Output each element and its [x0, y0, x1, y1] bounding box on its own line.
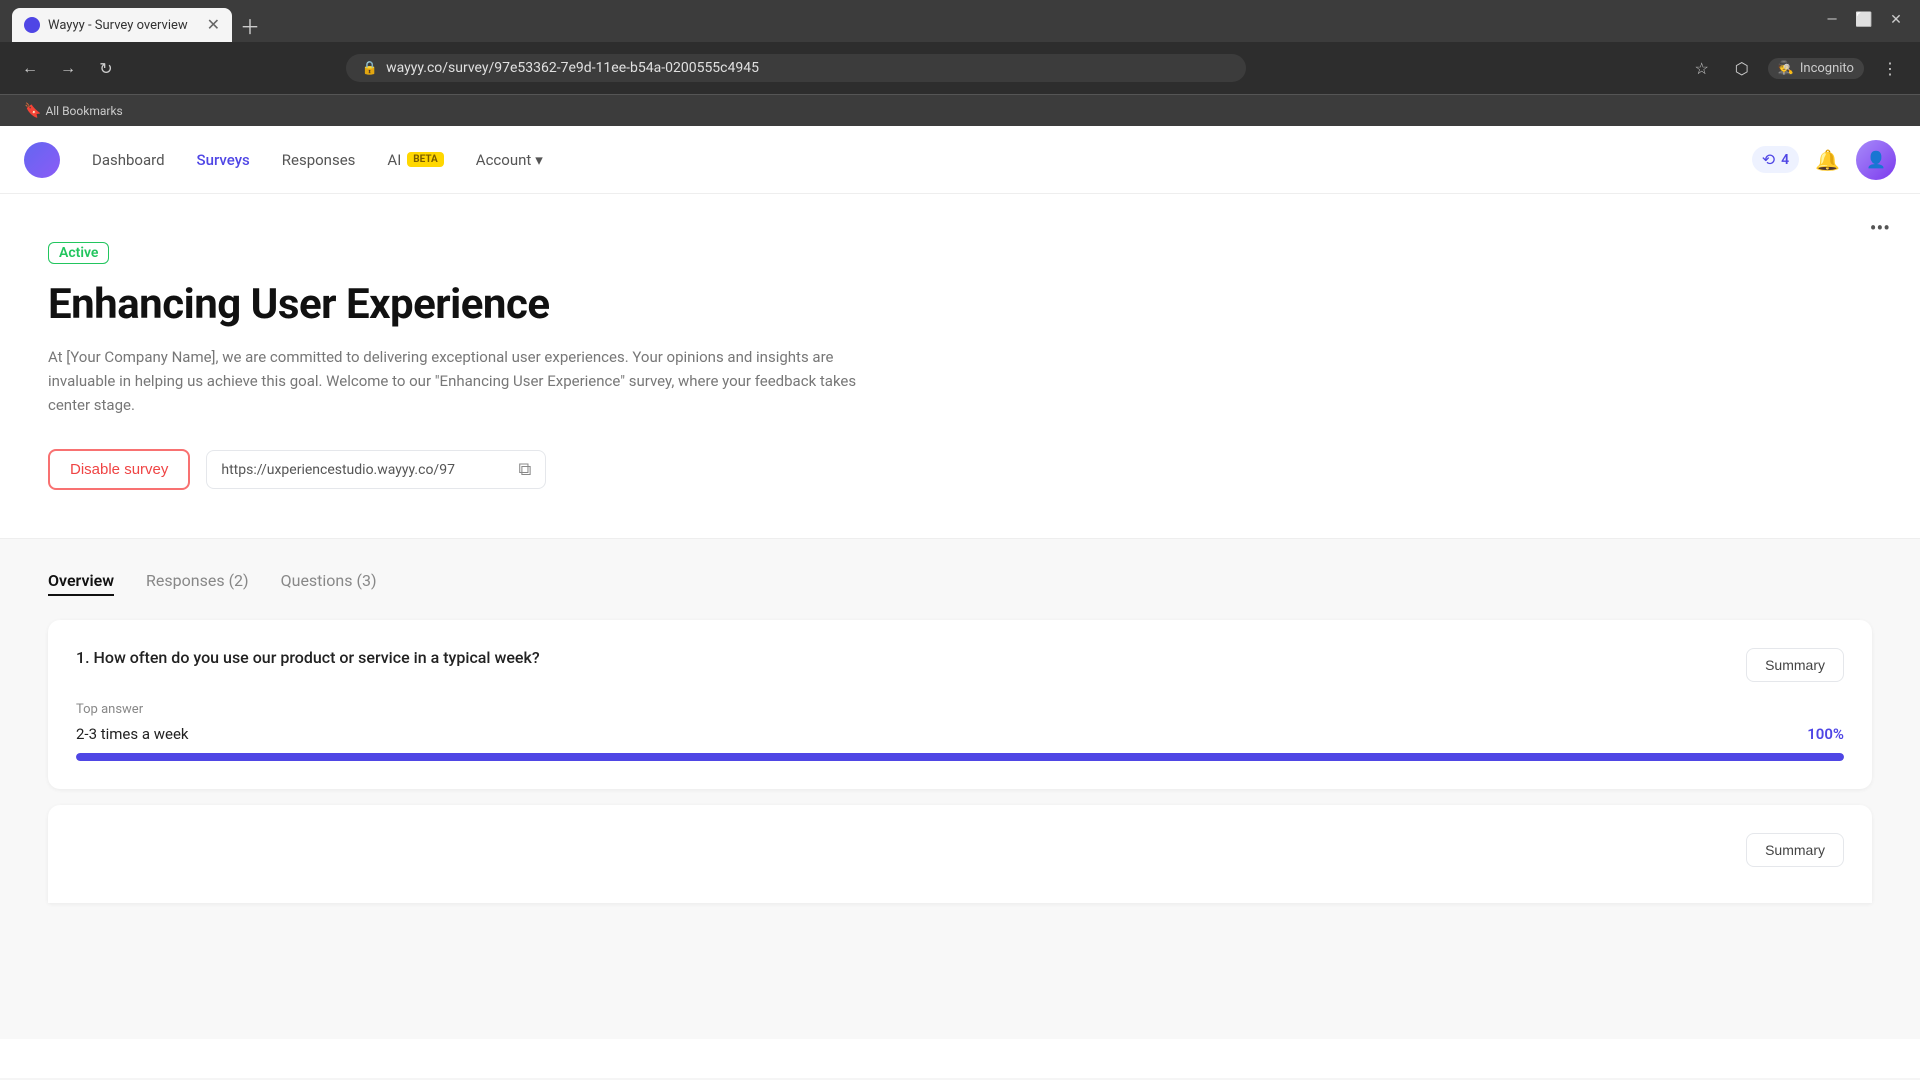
close-window-button[interactable]: ✕ [1884, 8, 1908, 32]
tab-close-button[interactable]: ✕ [207, 17, 220, 33]
incognito-badge: 🕵 Incognito [1768, 58, 1864, 79]
forward-button[interactable]: → [54, 54, 82, 82]
url-text: wayyy.co/survey/97e53362-7e9d-11ee-b54a-… [386, 60, 1230, 76]
notifications-count: 4 [1781, 152, 1789, 168]
tabs: Overview Responses (2) Questions (3) [48, 571, 1872, 596]
bookmarks-label: All Bookmarks [45, 104, 122, 118]
answer-text: 2-3 times a week [76, 725, 189, 743]
lock-icon: 🔒 [362, 61, 378, 76]
window-controls: — ⬜ ✕ [1820, 8, 1908, 32]
question-text-1: 1. How often do you use our product or s… [76, 648, 1746, 667]
nav-right: ⟲ 4 🔔 👤 [1752, 140, 1896, 180]
hero-actions: Disable survey https://uxperiencestudio.… [48, 449, 1872, 490]
question-header-1: 1. How often do you use our product or s… [76, 648, 1844, 682]
bookmarks-bar: 🔖 All Bookmarks [0, 94, 1920, 126]
account-label: Account [476, 151, 532, 169]
more-options-button[interactable]: ••• [1864, 210, 1896, 246]
back-button[interactable]: ← [16, 54, 44, 82]
disable-survey-button[interactable]: Disable survey [48, 449, 190, 490]
tab-responses[interactable]: Responses (2) [146, 571, 249, 596]
browser-chrome: Wayyy - Survey overview ✕ ＋ — ⬜ ✕ ← → ↻ … [0, 0, 1920, 126]
incognito-icon: 🕵 [1778, 61, 1794, 76]
bookmarks-item[interactable]: 🔖 All Bookmarks [16, 101, 131, 121]
survey-description: At [Your Company Name], we are committed… [48, 345, 888, 417]
survey-url-display: https://uxperiencestudio.wayyy.co/97 ⧉ [206, 450, 546, 489]
refresh-button[interactable]: ↻ [92, 54, 120, 82]
logo[interactable] [24, 142, 60, 178]
survey-title: Enhancing User Experience [48, 280, 1872, 329]
tab-bar: Wayyy - Survey overview ✕ ＋ — ⬜ ✕ [0, 0, 1920, 42]
toolbar-right: ☆ ⬡ 🕵 Incognito ⋮ [1688, 54, 1904, 82]
top-answer-section: Top answer 2-3 times a week 100% [76, 702, 1844, 761]
nav-dashboard[interactable]: Dashboard [92, 147, 165, 173]
bookmark-icon: 🔖 [24, 103, 41, 119]
top-answer-label: Top answer [76, 702, 1844, 717]
survey-url-text: https://uxperiencestudio.wayyy.co/97 [221, 462, 510, 478]
question-header-2: Summary [76, 833, 1844, 867]
notifications-badge[interactable]: ⟲ 4 [1752, 146, 1799, 173]
hero-section: ••• Active Enhancing User Experience At … [0, 194, 1920, 539]
copy-url-icon[interactable]: ⧉ [519, 459, 532, 480]
status-badge: Active [48, 242, 109, 264]
active-tab[interactable]: Wayyy - Survey overview ✕ [12, 8, 232, 42]
notifications-icon: ⟲ [1762, 150, 1775, 169]
question-number-1: 1. [76, 648, 94, 667]
beta-badge: BETA [407, 152, 444, 167]
bell-icon[interactable]: 🔔 [1815, 148, 1840, 172]
tab-favicon [24, 17, 40, 33]
tab-title: Wayyy - Survey overview [48, 18, 188, 33]
answer-row: 2-3 times a week 100% [76, 725, 1844, 743]
app: Dashboard Surveys Responses AI BETA Acco… [0, 126, 1920, 1078]
avatar-placeholder: 👤 [1866, 150, 1886, 169]
url-bar[interactable]: 🔒 wayyy.co/survey/97e53362-7e9d-11ee-b54… [346, 54, 1246, 82]
address-bar: ← → ↻ 🔒 wayyy.co/survey/97e53362-7e9d-11… [0, 42, 1920, 94]
question-card-1: 1. How often do you use our product or s… [48, 620, 1872, 789]
question-card-2: Summary [48, 805, 1872, 903]
summary-button-2[interactable]: Summary [1746, 833, 1844, 867]
minimize-button[interactable]: — [1820, 8, 1844, 32]
nav-ai[interactable]: AI BETA [387, 147, 443, 173]
tab-questions[interactable]: Questions (3) [281, 571, 377, 596]
avatar[interactable]: 👤 [1856, 140, 1896, 180]
answer-percentage: 100% [1807, 725, 1844, 743]
nav-responses[interactable]: Responses [282, 147, 356, 173]
summary-button-1[interactable]: Summary [1746, 648, 1844, 682]
nav-account[interactable]: Account ▾ [476, 147, 543, 173]
account-chevron: ▾ [535, 151, 543, 169]
nav-surveys[interactable]: Surveys [197, 147, 250, 173]
nav-links: Dashboard Surveys Responses AI BETA Acco… [92, 147, 543, 173]
menu-icon[interactable]: ⋮ [1876, 54, 1904, 82]
extensions-icon[interactable]: ⬡ [1728, 54, 1756, 82]
star-icon[interactable]: ☆ [1688, 54, 1716, 82]
navbar: Dashboard Surveys Responses AI BETA Acco… [0, 126, 1920, 194]
progress-bar-container [76, 753, 1844, 761]
tab-overview[interactable]: Overview [48, 571, 114, 596]
maximize-button[interactable]: ⬜ [1852, 8, 1876, 32]
new-tab-button[interactable]: ＋ [236, 11, 264, 39]
ai-label: AI [387, 151, 401, 169]
progress-bar-fill [76, 753, 1844, 761]
main-content: Overview Responses (2) Questions (3) 1. … [0, 539, 1920, 1039]
incognito-label: Incognito [1800, 61, 1854, 76]
